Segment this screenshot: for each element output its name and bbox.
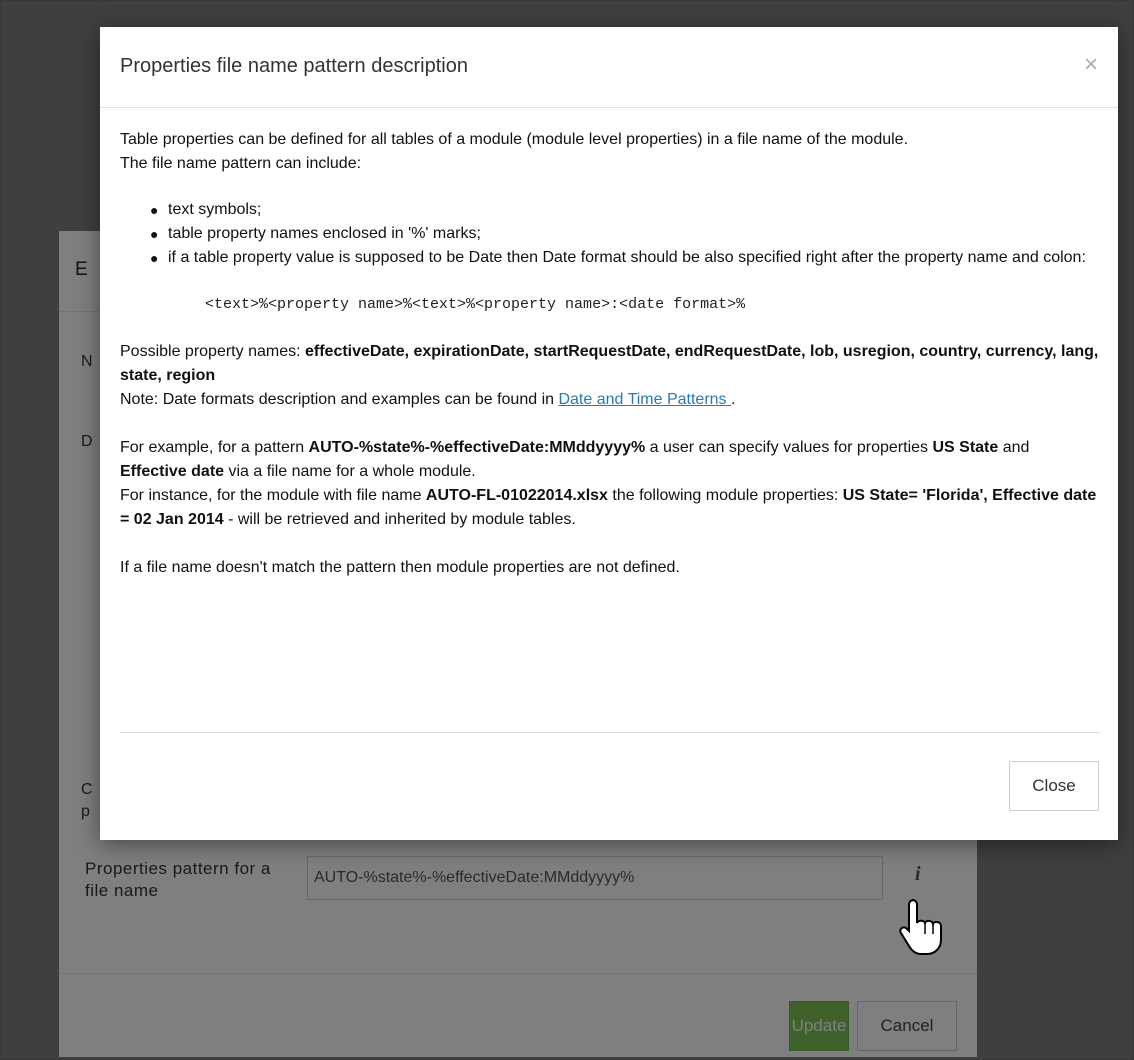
list-item-text: if a table property value is supposed to… (168, 249, 1086, 266)
hand-pointer-icon (899, 899, 942, 955)
note-suffix: . (731, 391, 736, 408)
pattern-rules-list: ● text symbols; ● table property names enc… (120, 198, 1100, 270)
example-text: For example, for a pattern AUTO-%state%-… (120, 436, 1100, 484)
modal-header: Properties file name pattern description… (100, 27, 1118, 108)
note-text: Note: Date formats description and examp… (120, 388, 1100, 412)
pattern-description-modal: Properties file name pattern description… (100, 27, 1118, 840)
instance-part: the following module properties: (607, 487, 839, 504)
example-pattern: AUTO-%state%-%effectiveDate:MMddyyyy% (308, 439, 646, 456)
modal-body: Table properties can be defined for all … (120, 128, 1100, 580)
modal-title: Properties file name pattern description (120, 55, 468, 77)
example-part: a user can specify values for properties (645, 439, 933, 456)
instance-part: - will be retrieved and inherited by mod… (223, 511, 576, 528)
possible-prefix: Possible property names: (120, 343, 305, 360)
list-item-text: table property names enclosed in '%' mar… (168, 225, 481, 242)
example-part: For example, for a pattern (120, 439, 309, 456)
possible-names-text: Possible property names: effectiveDate, … (120, 340, 1100, 388)
list-item: ● table property names enclosed in '%' ma… (150, 225, 481, 242)
no-match-text: If a file name doesn't match the pattern… (120, 559, 680, 576)
instance-file-name: AUTO-FL-01022014.xlsx (425, 487, 608, 504)
example-part: and (998, 439, 1030, 456)
instance-part: For instance, for the module with file n… (120, 487, 426, 504)
example-property: US State (932, 439, 999, 456)
example-part: via a file name for a whole module. (224, 463, 476, 480)
date-time-patterns-link[interactable]: Date and Time Patterns (558, 391, 731, 408)
pattern-syntax: <text>%<property name>%<text>%<property … (205, 296, 746, 313)
divider (120, 732, 1100, 733)
close-button[interactable]: Close (1009, 761, 1099, 811)
example-property: Effective date (120, 463, 225, 480)
instance-text: For instance, for the module with file n… (120, 484, 1100, 532)
list-item: ● text symbols; (150, 201, 262, 218)
note-prefix: Note: Date formats description and examp… (120, 391, 559, 408)
close-icon[interactable]: × (1084, 53, 1098, 77)
pattern-intro-text: The file name pattern can include: (120, 155, 362, 172)
intro-text: Table properties can be defined for all … (120, 131, 909, 148)
list-item-text: text symbols; (168, 201, 262, 218)
list-item: ● if a table property value is supposed t… (150, 249, 1086, 266)
